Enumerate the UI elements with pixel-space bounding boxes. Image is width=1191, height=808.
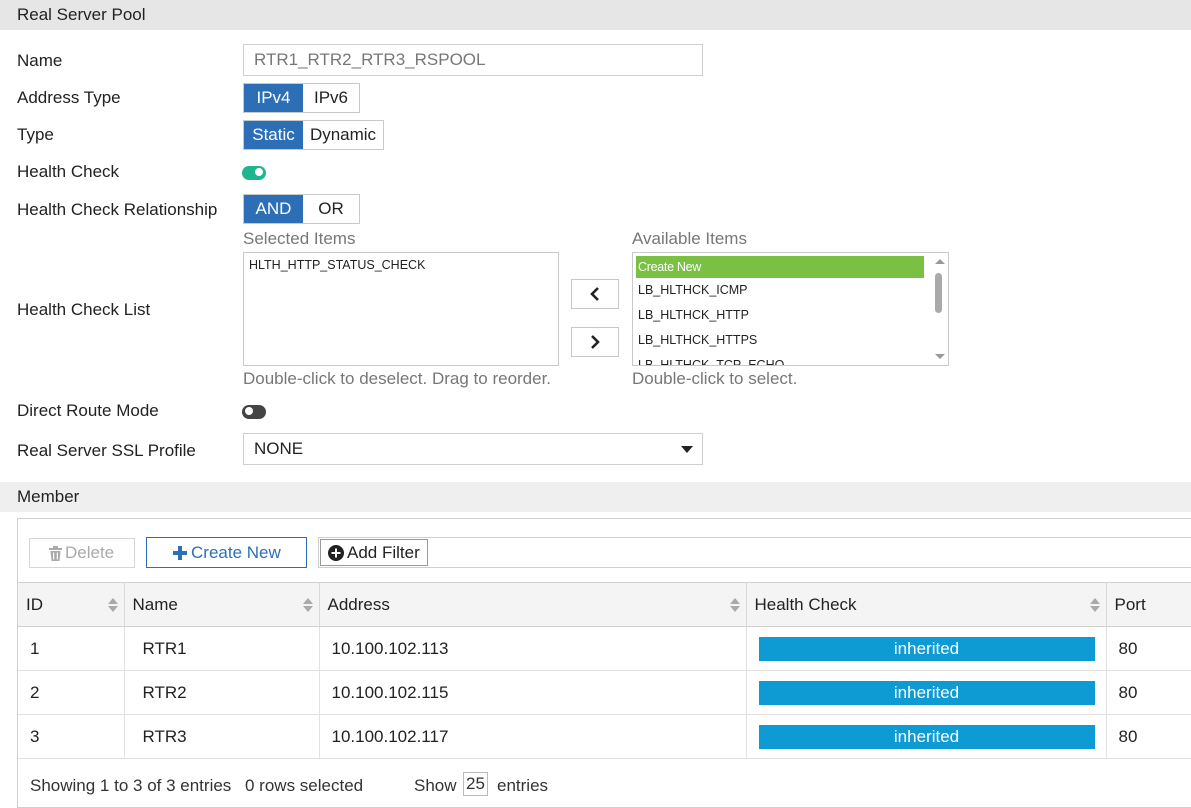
move-right-button[interactable] bbox=[571, 327, 619, 357]
create-new-label: Create New bbox=[191, 542, 281, 562]
cell-address: 10.100.102.115 bbox=[319, 670, 747, 715]
show-label: Show bbox=[414, 776, 457, 795]
available-items-title: Available Items bbox=[632, 229, 747, 248]
chevron-left-icon bbox=[590, 287, 599, 301]
cell-id: 1 bbox=[18, 626, 125, 671]
member-header: Member bbox=[0, 482, 1191, 512]
rows-selected: 0 rows selected bbox=[245, 776, 364, 795]
available-item[interactable]: LB_HLTHCK_TCP_ECHO bbox=[633, 353, 948, 365]
dynamic-option[interactable]: Dynamic bbox=[303, 121, 383, 149]
trash-icon bbox=[49, 545, 62, 561]
plus-icon bbox=[173, 545, 187, 560]
name-value: RTR1_RTR2_RTR3_RSPOOL bbox=[254, 50, 486, 69]
cell-name: RTR1 bbox=[124, 626, 320, 671]
list-scrollbar[interactable] bbox=[932, 253, 948, 365]
column-header-address[interactable]: Address bbox=[319, 582, 747, 627]
health-check-list-label: Health Check List bbox=[17, 300, 151, 319]
cell-id: 3 bbox=[18, 714, 125, 759]
column-header-name[interactable]: Name bbox=[124, 582, 320, 627]
type-label: Type bbox=[17, 125, 54, 144]
available-item[interactable]: LB_HLTHCK_ICMP bbox=[633, 278, 948, 303]
plus-circle-icon bbox=[328, 544, 344, 561]
delete-label: Delete bbox=[65, 543, 115, 562]
move-left-button[interactable] bbox=[571, 279, 619, 309]
cell-port: 80 bbox=[1106, 626, 1191, 671]
ipv4-option[interactable]: IPv4 bbox=[244, 84, 303, 112]
address-type-selector: IPv4 IPv6 bbox=[243, 83, 360, 113]
sort-icon[interactable] bbox=[1089, 597, 1100, 613]
column-header-id[interactable]: ID bbox=[18, 582, 125, 627]
toggle-knob bbox=[254, 167, 264, 177]
add-filter-button[interactable]: Add Filter bbox=[320, 539, 428, 566]
cell-id: 2 bbox=[18, 670, 125, 715]
cell-health-check: inherited bbox=[746, 626, 1107, 671]
cell-port: 80 bbox=[1106, 714, 1191, 759]
direct-route-mode-toggle[interactable] bbox=[242, 405, 266, 419]
static-option[interactable]: Static bbox=[244, 121, 303, 149]
page-size-input[interactable]: 25 bbox=[463, 772, 488, 796]
cell-address: 10.100.102.117 bbox=[319, 714, 747, 759]
column-header-health-check[interactable]: Health Check bbox=[746, 582, 1107, 627]
filter-bar[interactable] bbox=[318, 537, 1191, 568]
chevron-right-icon bbox=[591, 335, 600, 349]
ipv6-option[interactable]: IPv6 bbox=[303, 84, 359, 112]
health-check-toggle[interactable] bbox=[242, 166, 266, 180]
ssl-profile-select[interactable]: NONE bbox=[243, 433, 703, 465]
selected-item[interactable]: HLTH_HTTP_STATUS_CHECK bbox=[244, 253, 558, 278]
sort-icon[interactable] bbox=[107, 597, 118, 613]
address-type-label: Address Type bbox=[17, 88, 121, 107]
status-badge: inherited bbox=[758, 636, 1095, 661]
create-new-button[interactable]: Create New bbox=[146, 537, 307, 568]
entries-summary: Showing 1 to 3 of 3 entries bbox=[30, 776, 232, 795]
add-filter-label: Add Filter bbox=[347, 542, 420, 562]
table-row[interactable]: 3 RTR3 10.100.102.117 inherited 80 bbox=[18, 714, 1191, 759]
cell-port: 80 bbox=[1106, 670, 1191, 715]
section-title: Real Server Pool bbox=[17, 5, 146, 24]
entries-label: entries bbox=[497, 776, 549, 795]
ssl-profile-value: NONE bbox=[254, 439, 304, 458]
cell-health-check: inherited bbox=[746, 670, 1107, 715]
sort-icon[interactable] bbox=[302, 597, 313, 613]
selected-items-title: Selected Items bbox=[243, 229, 356, 248]
cell-name: RTR3 bbox=[124, 714, 320, 759]
relationship-selector: AND OR bbox=[243, 194, 360, 224]
available-items-hint: Double-click to select. bbox=[632, 369, 798, 388]
table-header-row: ID Name Address Health Check Port bbox=[18, 582, 1191, 627]
column-header-port[interactable]: Port bbox=[1106, 582, 1191, 627]
status-badge: inherited bbox=[758, 724, 1095, 749]
direct-route-mode-label: Direct Route Mode bbox=[17, 401, 159, 420]
available-items-list[interactable]: Create New LB_HLTHCK_ICMP LB_HLTHCK_HTTP… bbox=[632, 252, 949, 366]
ssl-profile-label: Real Server SSL Profile bbox=[17, 441, 196, 460]
cell-address: 10.100.102.113 bbox=[319, 626, 747, 671]
cell-health-check: inherited bbox=[746, 714, 1107, 759]
available-item[interactable]: LB_HLTHCK_HTTPS bbox=[633, 328, 948, 353]
section-header: Real Server Pool bbox=[0, 0, 1191, 30]
name-label: Name bbox=[17, 51, 63, 70]
sort-icon[interactable] bbox=[729, 597, 740, 613]
available-item-create-new[interactable]: Create New bbox=[636, 256, 924, 278]
type-selector: Static Dynamic bbox=[243, 120, 384, 150]
available-item[interactable]: LB_HLTHCK_HTTP bbox=[633, 303, 948, 328]
toggle-knob bbox=[244, 406, 254, 416]
or-option[interactable]: OR bbox=[303, 195, 359, 223]
caret-down-icon bbox=[681, 446, 693, 453]
and-option[interactable]: AND bbox=[244, 195, 303, 223]
status-badge: inherited bbox=[758, 680, 1095, 705]
member-table: ID Name Address Health Check Port 1 RTR1… bbox=[18, 582, 1191, 759]
member-title: Member bbox=[17, 487, 80, 506]
health-check-label: Health Check bbox=[17, 162, 120, 181]
health-check-relationship-label: Health Check Relationship bbox=[17, 200, 218, 219]
name-input[interactable]: RTR1_RTR2_RTR3_RSPOOL bbox=[243, 44, 703, 76]
scroll-up-icon[interactable] bbox=[932, 256, 948, 266]
selected-items-list[interactable]: HLTH_HTTP_STATUS_CHECK bbox=[243, 252, 559, 366]
scroll-down-icon[interactable] bbox=[932, 352, 948, 362]
selected-items-hint: Double-click to deselect. Drag to reorde… bbox=[243, 369, 552, 388]
cell-name: RTR2 bbox=[124, 670, 320, 715]
table-row[interactable]: 1 RTR1 10.100.102.113 inherited 80 bbox=[18, 626, 1191, 671]
delete-button[interactable]: Delete bbox=[29, 538, 135, 568]
scrollbar-thumb[interactable] bbox=[935, 273, 942, 313]
table-row[interactable]: 2 RTR2 10.100.102.115 inherited 80 bbox=[18, 670, 1191, 715]
